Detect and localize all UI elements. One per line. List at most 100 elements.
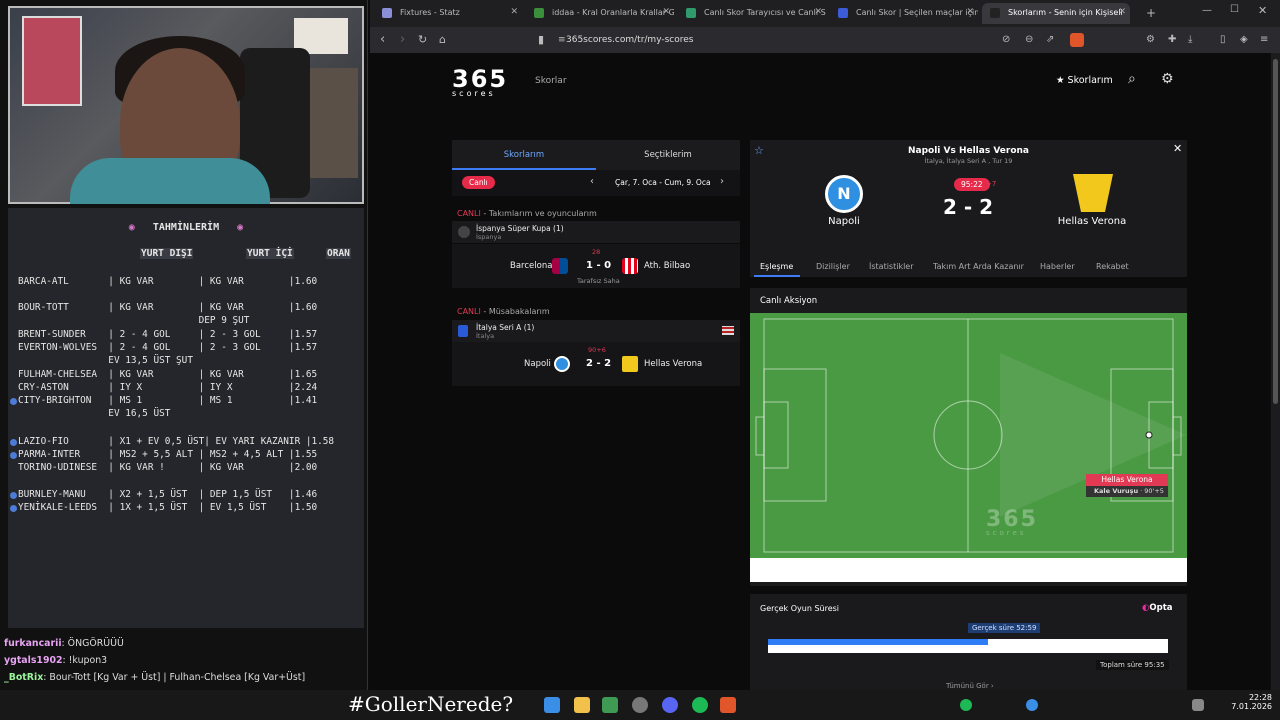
obs-icon[interactable]	[632, 697, 648, 713]
tab-label: Canlı Skor Tarayıcısı ve Canlı Skor	[704, 8, 826, 17]
back-icon[interactable]: ‹	[380, 32, 385, 47]
nav-scores-link[interactable]: Skorlar	[535, 76, 567, 86]
opta-logo: ◐Opta	[1142, 603, 1173, 613]
home-icon[interactable]: ⌂	[439, 33, 446, 46]
tab-close-icon[interactable]: ✕	[966, 7, 974, 17]
bullet-icon	[10, 492, 17, 499]
close-icon[interactable]: ✕	[1173, 142, 1182, 155]
extension-icon[interactable]: ⚙	[1146, 34, 1155, 45]
tab-matchup[interactable]: Eşleşme	[760, 262, 793, 271]
scores-tabs: Skorlarım Seçtiklerim	[452, 140, 740, 170]
chat-message: furkancarii: ÖNGÖRÜÜÜ	[4, 638, 124, 649]
tab-stats[interactable]: İstatistikler	[869, 262, 914, 271]
minimize-button[interactable]: —	[1202, 5, 1212, 16]
file-explorer-icon[interactable]	[574, 697, 590, 713]
match-row-napoli[interactable]: 90+6 Napoli 2 - 2 Hellas Verona	[452, 342, 740, 386]
brave-shield-icon[interactable]	[1070, 33, 1084, 47]
match-row-barcelona[interactable]: 28 Barcelona 1 - 0 Ath. Bilbao Tarafsız …	[452, 244, 740, 288]
window-close-button[interactable]: ✕	[1258, 4, 1267, 17]
real-time-fill	[768, 639, 988, 645]
tab-close-icon[interactable]: ✕	[1118, 7, 1126, 17]
menu-icon[interactable]: ≡	[1260, 34, 1268, 45]
browser-tab[interactable]: Skorlarım - Senin için Kişisell ✕	[982, 3, 1130, 24]
tab-favicon-icon	[686, 8, 696, 18]
league-row-seriea[interactable]: İtalya Seri A (1) İtalya	[452, 320, 740, 342]
napoli-crest-icon: N	[825, 175, 863, 213]
tab-label: iddaa - Kral Oranlarla Krallar Gibi İ	[552, 8, 674, 17]
napoli-crest-icon	[554, 356, 570, 372]
start-icon[interactable]	[544, 697, 560, 713]
maximize-button[interactable]: ☐	[1230, 4, 1239, 15]
download-icon[interactable]: ⤓	[1188, 34, 1192, 45]
browser-tab[interactable]: Canlı Skor Tarayıcısı ve Canlı Skor ✕	[678, 3, 826, 24]
tab-close-icon[interactable]: ✕	[814, 7, 822, 17]
date-bar: Canlı ‹ Çar, 7. Oca - Cum, 9. Oca ›	[452, 170, 740, 196]
tab-close-icon[interactable]: ✕	[662, 7, 670, 17]
tab-my-scores[interactable]: Skorlarım	[452, 150, 596, 160]
broadcaster-icon	[722, 326, 734, 335]
see-all-link[interactable]: Tümünü Gör ›	[946, 682, 994, 690]
zoom-icon[interactable]: ⊖	[1025, 34, 1033, 45]
page-scrollbar[interactable]	[1271, 53, 1280, 690]
verona-crest-icon	[1073, 174, 1113, 212]
tab-favicon-icon	[838, 8, 848, 18]
wall-poster	[22, 16, 82, 106]
gear-icon[interactable]: ⚙	[1161, 71, 1174, 87]
prediction-row: BRENT-SUNDER | 2 - 4 GOL | 2 - 3 GOL |1.…	[18, 329, 318, 340]
bullet-icon	[10, 505, 17, 512]
vpn-icon[interactable]: ◈	[1240, 34, 1248, 45]
spotify-icon[interactable]	[692, 697, 708, 713]
predictions-title: ◉ TAHMİNLERİM ◉	[128, 222, 244, 233]
tab-lineups[interactable]: Dizilişler	[816, 262, 850, 271]
gametime-title: Gerçek Oyun Süresi	[760, 604, 840, 613]
pitch-footer	[750, 558, 1187, 582]
share-icon[interactable]: ⇗	[1046, 34, 1054, 45]
prev-date-icon[interactable]: ‹	[590, 176, 594, 187]
my-scores-link[interactable]: ★ Skorlarım	[1056, 75, 1113, 86]
tab-selected[interactable]: Seçtiklerim	[596, 150, 740, 160]
streamer-shirt	[70, 158, 270, 204]
browser-tab[interactable]: Canlı Skor | Seçilen maçlar için ✕	[830, 3, 978, 24]
web-page: 365 scores Skorlar ★ Skorlarım ⌕ ⚙ Skorla…	[370, 53, 1270, 690]
prediction-row: CITY-BRIGHTON | MS 1 | MS 1 |1.41	[18, 395, 318, 406]
puzzle-icon[interactable]: ✚	[1168, 34, 1176, 45]
scores-list-panel: Skorlarım Seçtiklerim Canlı ‹ Çar, 7. Oc…	[452, 140, 740, 390]
reload-icon[interactable]: ↻	[418, 33, 427, 46]
pitch-lines	[755, 318, 1186, 553]
tab-news[interactable]: Haberler	[1040, 262, 1075, 271]
site-logo[interactable]: 365 scores	[452, 65, 508, 98]
tray-volume-icon[interactable]	[1192, 699, 1204, 711]
chat-text: : ÖNGÖRÜÜÜ	[61, 638, 124, 649]
match-minute: 28	[592, 248, 601, 256]
match-tabs: Eşleşme Dizilişler İstatistikler Takım A…	[750, 256, 1187, 278]
search-icon[interactable]: ⌕	[1128, 71, 1136, 87]
tray-spotify-icon[interactable]	[960, 699, 972, 711]
reader-off-icon[interactable]: ⊘	[1002, 34, 1010, 45]
notepad-icon[interactable]	[602, 697, 618, 713]
tab-h2h[interactable]: Rekabet	[1096, 262, 1129, 271]
tab-close-icon[interactable]: ✕	[510, 7, 518, 17]
bookmark-icon[interactable]: ▮	[538, 33, 544, 46]
discord-icon[interactable]	[662, 697, 678, 713]
new-tab-button[interactable]: +	[1146, 6, 1156, 20]
chat-text: : !kupon3	[62, 655, 108, 666]
tray-bluetooth-icon[interactable]	[1026, 699, 1038, 711]
prediction-row: EVERTON-WOLVES | 2 - 4 GOL | 2 - 3 GOL |…	[18, 342, 318, 353]
league-row-supercopa[interactable]: İspanya Süper Kupa (1) İspanya	[452, 221, 740, 243]
prediction-row: EV 13,5 ÜST ŞUT	[18, 355, 193, 366]
brave-icon[interactable]	[720, 697, 736, 713]
away-team: Hellas Verona	[644, 359, 703, 369]
site-info-icon[interactable]: ≡	[558, 35, 566, 45]
browser-tab[interactable]: Fixtures - Statz ✕	[374, 3, 522, 24]
live-filter-pill[interactable]: Canlı	[462, 176, 495, 189]
url-text[interactable]: 365scores.com/tr/my-scores	[566, 35, 693, 45]
sidebar-icon[interactable]: ▯	[1220, 34, 1226, 45]
barcelona-crest-icon	[552, 258, 568, 274]
browser-window: Fixtures - Statz ✕ iddaa - Kral Oranlarla …	[370, 0, 1280, 690]
browser-tab[interactable]: iddaa - Kral Oranlarla Krallar Gibi İ✕	[526, 3, 674, 24]
scrollbar-thumb[interactable]	[1273, 59, 1278, 404]
tab-favicon-icon	[990, 8, 1000, 18]
forward-icon[interactable]: ›	[400, 32, 405, 47]
tab-streak[interactable]: Takım Art Arda Kazanır	[933, 262, 1024, 271]
next-date-icon[interactable]: ›	[720, 176, 724, 187]
